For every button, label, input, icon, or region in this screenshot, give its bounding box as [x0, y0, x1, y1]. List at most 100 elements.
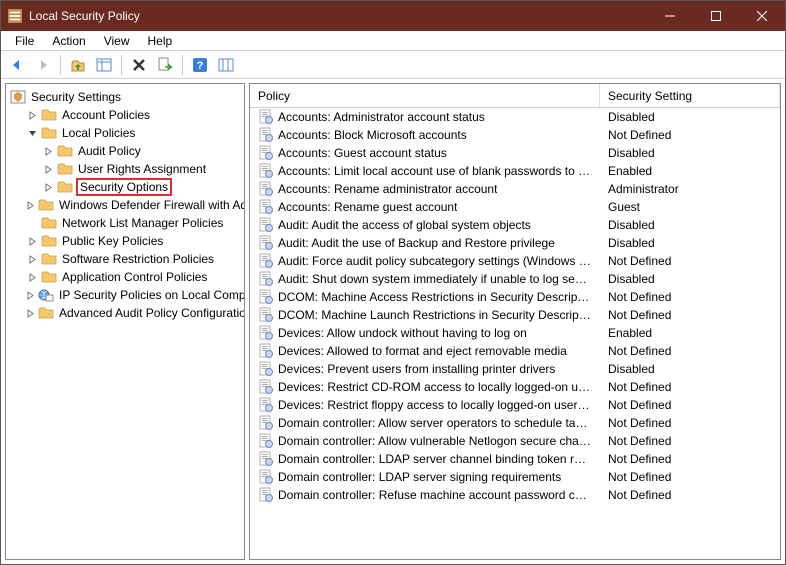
policy-row[interactable]: Audit: Force audit policy subcategory se… — [250, 252, 780, 270]
expand-icon[interactable] — [26, 235, 38, 247]
policy-icon — [258, 415, 274, 431]
collapse-icon[interactable] — [26, 127, 38, 139]
policy-setting: Not Defined — [600, 398, 780, 412]
policy-row[interactable]: Domain controller: Allow vulnerable Netl… — [250, 432, 780, 450]
tree-item[interactable]: Advanced Audit Policy Configuration — [10, 304, 244, 322]
back-button[interactable] — [5, 53, 29, 77]
expand-icon[interactable] — [42, 163, 54, 175]
close-button[interactable] — [739, 1, 785, 31]
tree-item[interactable]: Application Control Policies — [10, 268, 244, 286]
tree-item[interactable]: Account Policies — [10, 106, 244, 124]
policy-row[interactable]: Accounts: Rename guest accountGuest — [250, 198, 780, 216]
policy-name: Devices: Prevent users from installing p… — [278, 362, 555, 376]
tree-item-label: IP Security Policies on Local Computer — [57, 287, 245, 303]
expand-icon[interactable] — [26, 109, 38, 121]
tree-item-label: Security Options — [76, 178, 172, 196]
expand-icon[interactable] — [42, 145, 54, 157]
maximize-button[interactable] — [693, 1, 739, 31]
toolbar-divider — [182, 55, 183, 75]
policy-name: Audit: Force audit policy subcategory se… — [278, 254, 592, 268]
policy-name: DCOM: Machine Launch Restrictions in Sec… — [278, 308, 592, 322]
expand-icon[interactable] — [26, 307, 35, 319]
menu-action[interactable]: Action — [44, 32, 93, 50]
tree-item-label: Public Key Policies — [60, 233, 165, 249]
policy-name: Accounts: Limit local account use of bla… — [278, 164, 592, 178]
tree-item[interactable]: Windows Defender Firewall with Advanced … — [10, 196, 244, 214]
policy-setting: Enabled — [600, 164, 780, 178]
expand-icon[interactable] — [26, 289, 35, 301]
policy-setting: Disabled — [600, 218, 780, 232]
show-hide-tree-button[interactable] — [92, 53, 116, 77]
policy-setting: Guest — [600, 200, 780, 214]
policy-name: Domain controller: Allow server operator… — [278, 416, 592, 430]
policy-row[interactable]: Domain controller: Allow server operator… — [250, 414, 780, 432]
delete-button[interactable] — [127, 53, 151, 77]
list-pane[interactable]: ⌃ Policy Security Setting Accounts: Admi… — [249, 83, 781, 560]
tree-item[interactable]: Public Key Policies — [10, 232, 244, 250]
menu-file[interactable]: File — [7, 32, 42, 50]
minimize-button[interactable] — [647, 1, 693, 31]
up-button[interactable] — [66, 53, 90, 77]
policy-name: Devices: Allowed to format and eject rem… — [278, 344, 567, 358]
expand-icon[interactable] — [26, 253, 38, 265]
policy-row[interactable]: Accounts: Guest account statusDisabled — [250, 144, 780, 162]
expand-icon[interactable] — [26, 271, 38, 283]
folder-icon — [41, 251, 57, 267]
policy-row[interactable]: Accounts: Administrator account statusDi… — [250, 108, 780, 126]
tree-item[interactable]: Software Restriction Policies — [10, 250, 244, 268]
folder-icon — [38, 197, 54, 213]
policy-row[interactable]: Audit: Audit the access of global system… — [250, 216, 780, 234]
tree-root[interactable]: Security Settings — [10, 88, 244, 106]
policy-setting: Not Defined — [600, 416, 780, 430]
policy-icon — [258, 451, 274, 467]
folder-icon — [41, 125, 57, 141]
column-header-policy[interactable]: Policy — [250, 84, 600, 107]
security-settings-icon — [10, 89, 26, 105]
policy-row[interactable]: Accounts: Block Microsoft accountsNot De… — [250, 126, 780, 144]
policy-row[interactable]: DCOM: Machine Access Restrictions in Sec… — [250, 288, 780, 306]
policy-row[interactable]: Devices: Restrict CD-ROM access to local… — [250, 378, 780, 396]
column-header-setting[interactable]: Security Setting — [600, 84, 780, 107]
policy-name: Domain controller: LDAP server channel b… — [278, 452, 592, 466]
tree-item-label: Network List Manager Policies — [60, 215, 225, 231]
policy-row[interactable]: Domain controller: LDAP server signing r… — [250, 468, 780, 486]
tree-item[interactable]: IP Security Policies on Local Computer — [10, 286, 244, 304]
list-header: Policy Security Setting — [250, 84, 780, 108]
tree-pane[interactable]: Security Settings Account PoliciesLocal … — [5, 83, 245, 560]
policy-row[interactable]: DCOM: Machine Launch Restrictions in Sec… — [250, 306, 780, 324]
policy-row[interactable]: Domain controller: LDAP server channel b… — [250, 450, 780, 468]
menu-help[interactable]: Help — [140, 32, 181, 50]
policy-setting: Enabled — [600, 326, 780, 340]
tree-item[interactable]: Security Options — [10, 178, 244, 196]
expand-icon[interactable] — [42, 181, 54, 193]
policy-row[interactable]: Devices: Allowed to format and eject rem… — [250, 342, 780, 360]
export-button[interactable] — [153, 53, 177, 77]
properties-button[interactable] — [214, 53, 238, 77]
policy-icon — [258, 163, 274, 179]
tree-item[interactable]: Local Policies — [10, 124, 244, 142]
policy-row[interactable]: Accounts: Rename administrator accountAd… — [250, 180, 780, 198]
tree-item[interactable]: User Rights Assignment — [10, 160, 244, 178]
policy-icon — [258, 397, 274, 413]
menu-view[interactable]: View — [96, 32, 138, 50]
policy-row[interactable]: Audit: Shut down system immediately if u… — [250, 270, 780, 288]
expand-icon[interactable] — [26, 199, 35, 211]
tree-item[interactable]: Network List Manager Policies — [10, 214, 244, 232]
policy-row[interactable]: Audit: Audit the use of Backup and Resto… — [250, 234, 780, 252]
tree-item-label: Application Control Policies — [60, 269, 209, 285]
tree-item[interactable]: Audit Policy — [10, 142, 244, 160]
help-button[interactable]: ? — [188, 53, 212, 77]
policy-row[interactable]: Accounts: Limit local account use of bla… — [250, 162, 780, 180]
policy-name: Audit: Audit the access of global system… — [278, 218, 531, 232]
tree-item-label: Account Policies — [60, 107, 152, 123]
policy-row[interactable]: Devices: Restrict floppy access to local… — [250, 396, 780, 414]
policy-row[interactable]: Devices: Allow undock without having to … — [250, 324, 780, 342]
policy-name: Domain controller: Allow vulnerable Netl… — [278, 434, 592, 448]
tree-item-label: Advanced Audit Policy Configuration — [57, 305, 245, 321]
policy-row[interactable]: Devices: Prevent users from installing p… — [250, 360, 780, 378]
forward-button[interactable] — [31, 53, 55, 77]
policy-row[interactable]: Domain controller: Refuse machine accoun… — [250, 486, 780, 504]
folder-icon — [41, 107, 57, 123]
policy-name: Accounts: Guest account status — [278, 146, 447, 160]
policy-icon — [258, 487, 274, 503]
